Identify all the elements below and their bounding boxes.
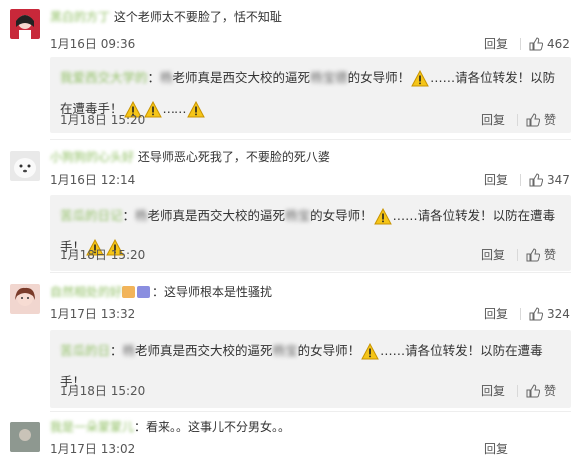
quoted-meta: 1月18日 15:20 回复 赞 (60, 246, 581, 264)
like-button[interactable]: 赞 (526, 382, 556, 400)
like-label: 赞 (544, 113, 557, 127)
reply-button[interactable]: 回复 (481, 382, 505, 400)
comment-meta: 1月17日 13:02 回复 (50, 440, 581, 458)
comment-text-line: 自然相处的好 ：这导师根本是性骚扰 (50, 283, 571, 301)
comment-text-line: 黑白的方丁 这个老师太不要脸了，恬不知耻 (50, 8, 571, 26)
like-button[interactable]: 赞 (526, 246, 556, 264)
thumbs-up-icon (529, 307, 544, 321)
comment-meta: 1月16日 09:36 回复 462 (50, 35, 581, 53)
thumbs-up-icon (529, 37, 544, 51)
quoted-colon: ： (110, 343, 123, 358)
quoted-meta: 1月18日 15:20 回复 赞 (60, 111, 581, 129)
quoted-time: 1月18日 15:20 (60, 384, 146, 398)
thumbs-up-icon (526, 113, 541, 127)
divider (517, 249, 518, 261)
blurred-name: 杨 (122, 343, 136, 358)
level-badge-icon (137, 286, 151, 298)
quoted-part1: 老师真是西交大校的逼死 (172, 70, 311, 85)
divider (520, 308, 521, 320)
thumbs-up-icon (526, 248, 541, 262)
quoted-username[interactable]: 苦瓜的日 (60, 343, 110, 358)
comment-text: ：这导师根本是性骚扰 (152, 285, 273, 299)
divider (520, 38, 521, 50)
blurred-name: 杨宝 (285, 208, 311, 223)
divider (517, 385, 518, 397)
comment-meta: 1月17日 13:32 回复 324 (50, 305, 581, 323)
like-count: 347 (547, 173, 570, 187)
like-button[interactable]: 324 (529, 305, 570, 323)
avatar[interactable] (10, 151, 40, 181)
comment-text-line: 小狗狗的心头好 还导师恶心死我了，不要脸的死八婆 (50, 148, 571, 166)
reply-button[interactable]: 回复 (484, 440, 508, 458)
comment-text: 这个老师太不要脸了，恬不知耻 (113, 10, 282, 24)
blurred-name: 杨宝德 (310, 70, 348, 85)
comment-time: 1月17日 13:02 (50, 442, 136, 456)
divider (50, 139, 571, 140)
comment-username[interactable]: 小狗狗的心头好 (50, 150, 134, 164)
like-button[interactable]: 赞 (526, 111, 556, 129)
quoted-part2: 的女导师！ (310, 208, 373, 223)
comment-username[interactable]: 我是一朵蒙蒙儿 (50, 420, 134, 434)
warning-triangle-icon (411, 69, 429, 96)
quoted-part1: 老师真是西交大校的逼死 (147, 208, 286, 223)
avatar[interactable] (10, 284, 40, 314)
quoted-part2: 的女导师！ (347, 70, 411, 85)
divider (517, 114, 518, 126)
comment-time: 1月16日 12:14 (50, 173, 136, 187)
comment-time: 1月17日 13:32 (50, 307, 136, 321)
quoted-username[interactable]: 苦瓜的日记 (60, 208, 123, 223)
blurred-name: 杨 (160, 70, 173, 85)
quoted-colon: ： (147, 70, 161, 85)
reply-button[interactable]: 回复 (484, 35, 508, 53)
avatar[interactable] (10, 9, 40, 39)
quoted-part2: 的女导师！ (297, 343, 361, 358)
comment-meta: 1月16日 12:14 回复 347 (50, 171, 581, 189)
quoted-colon: ： (122, 208, 136, 223)
comment-time: 1月16日 09:36 (50, 37, 136, 51)
reply-button[interactable]: 回复 (484, 171, 508, 189)
divider (520, 174, 521, 186)
like-label: 赞 (544, 248, 557, 262)
reply-button[interactable]: 回复 (481, 111, 505, 129)
like-button[interactable]: 462 (529, 35, 570, 53)
comment-text-line: 我是一朵蒙蒙儿：看来。。这事儿不分男女。。 (50, 418, 571, 436)
quoted-time: 1月18日 15:20 (60, 248, 146, 262)
blurred-name: 杨宝 (272, 343, 298, 358)
comment-text: 还导师恶心死我了，不要脸的死八婆 (137, 150, 330, 164)
comment-username[interactable]: 黑白的方丁 (50, 10, 110, 24)
quoted-time: 1月18日 15:20 (60, 113, 146, 127)
warning-triangle-icon (361, 342, 379, 369)
reply-button[interactable]: 回复 (481, 246, 505, 264)
comment-username[interactable]: 自然相处的好 (50, 285, 122, 299)
like-count: 324 (547, 307, 570, 321)
divider (50, 411, 571, 412)
reply-button[interactable]: 回复 (484, 305, 508, 323)
comment-text: ：看来。。这事儿不分男女。。 (134, 420, 291, 434)
divider (50, 272, 571, 273)
blurred-name: 杨 (135, 208, 148, 223)
quoted-username[interactable]: 我爱西交大学的 (60, 70, 148, 85)
warning-triangle-icon (373, 207, 392, 234)
quoted-part1: 老师真是西交大校的逼死 (135, 343, 273, 358)
quoted-meta: 1月18日 15:20 回复 赞 (60, 382, 581, 400)
thumbs-up-icon (526, 384, 541, 398)
like-button[interactable]: 347 (529, 171, 570, 189)
like-count: 462 (547, 37, 570, 51)
thumbs-up-icon (529, 173, 544, 187)
member-badge-icon (122, 286, 136, 298)
like-label: 赞 (544, 384, 557, 398)
